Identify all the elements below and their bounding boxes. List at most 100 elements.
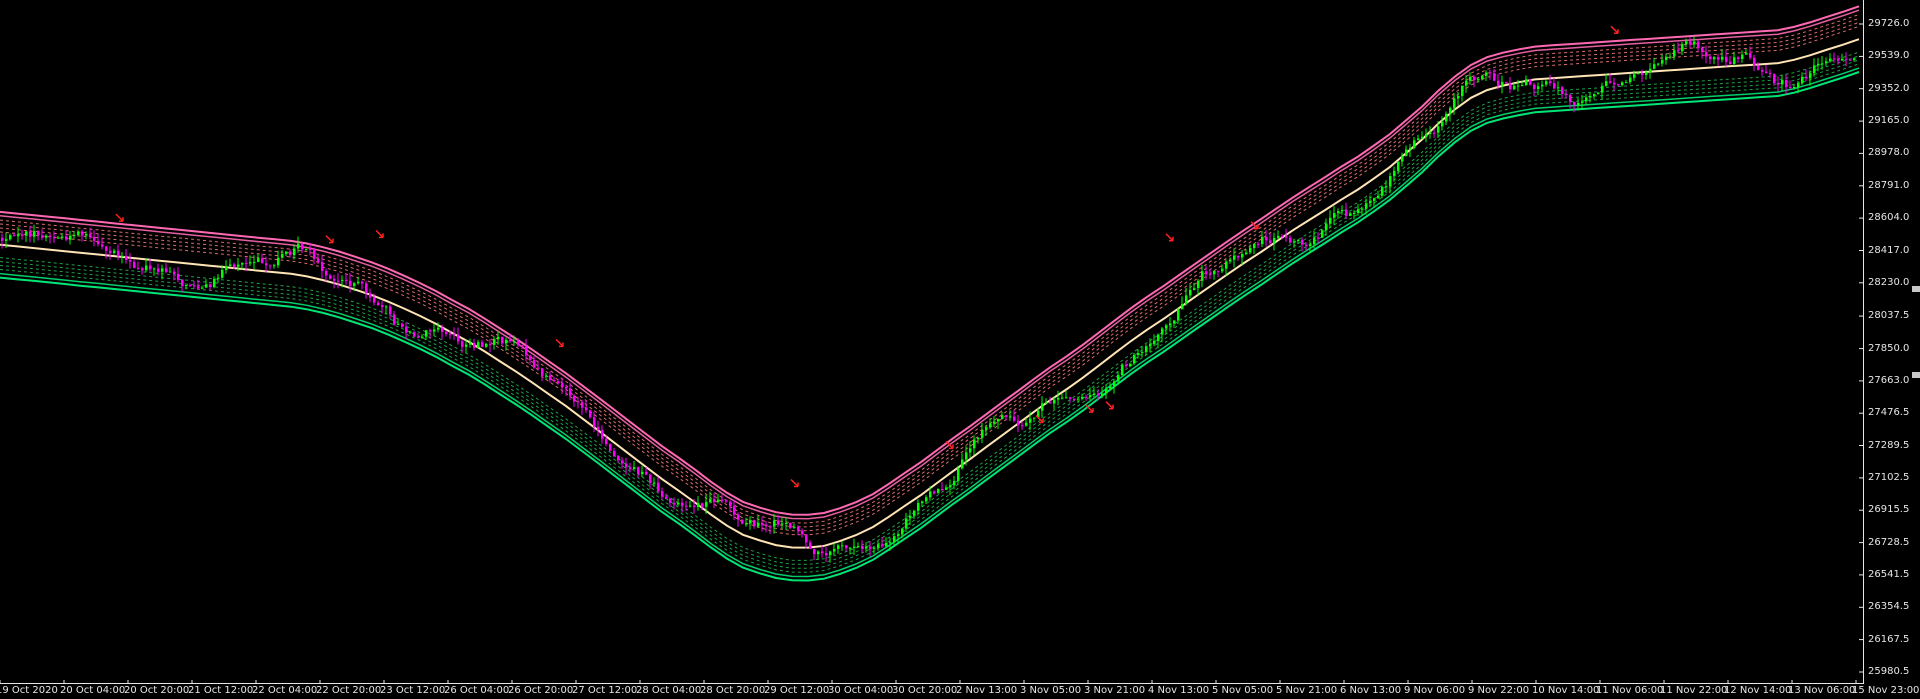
candle-body xyxy=(621,460,624,464)
candle-body xyxy=(809,542,812,549)
candle-body xyxy=(1465,80,1468,86)
time-tick-label: 15 Nov 23:00 xyxy=(1852,685,1920,696)
candle-body xyxy=(1845,58,1848,60)
candle-body xyxy=(601,429,604,439)
candle-body xyxy=(913,510,916,516)
time-tick-label: 23 Oct 12:00 xyxy=(380,685,446,696)
candle-body xyxy=(877,544,880,548)
candle-body xyxy=(157,268,160,272)
candle-body xyxy=(765,524,768,527)
candle-body xyxy=(1149,343,1152,347)
candle-body xyxy=(1401,155,1404,162)
candle-body xyxy=(425,330,428,337)
candle-body xyxy=(1801,76,1804,84)
candle-body xyxy=(1137,353,1140,355)
time-tick-label: 21 Oct 12:00 xyxy=(188,685,254,696)
candle-body xyxy=(409,331,412,333)
candle-body xyxy=(577,401,580,403)
price-tick-label: 27476.5 xyxy=(1868,407,1910,419)
candle-body xyxy=(377,302,380,305)
candle-body xyxy=(837,545,840,549)
candle-body xyxy=(177,274,180,280)
candle-body xyxy=(1017,420,1020,426)
candle-body xyxy=(1109,386,1112,389)
candle-body xyxy=(829,551,832,556)
candle-body xyxy=(933,491,936,494)
time-tick-label: 20 Oct 04:00 xyxy=(60,685,126,696)
candle-body xyxy=(617,456,620,461)
chart-plot-area[interactable] xyxy=(0,0,1864,684)
candle-body xyxy=(1665,56,1668,60)
candle-body xyxy=(265,263,268,266)
candle-body xyxy=(137,267,140,269)
candle-body xyxy=(945,487,948,490)
candle-body xyxy=(1201,271,1204,281)
candle-body xyxy=(73,235,76,236)
candle-body xyxy=(1461,85,1464,96)
axis-scroll-marker[interactable] xyxy=(1912,372,1920,378)
price-axis[interactable]: 29726.0 29539.0 29352.0 29165.0 28978.0 28791… xyxy=(1864,0,1920,699)
candle-body xyxy=(693,505,696,507)
candle-body xyxy=(1457,96,1460,99)
time-tick-label: 4 Nov 13:00 xyxy=(1148,685,1210,696)
candle-body xyxy=(597,426,600,430)
candle-body xyxy=(445,331,448,334)
candle-body xyxy=(1249,247,1252,253)
candle-body xyxy=(1809,73,1812,79)
candle-body xyxy=(785,523,788,524)
price-chart[interactable]: 29726.0 29539.0 29352.0 29165.0 28978.0 28791… xyxy=(0,0,1920,699)
candle-body xyxy=(849,547,852,549)
candle-body xyxy=(1453,98,1456,108)
candle-body xyxy=(473,342,476,348)
candle-body xyxy=(1045,402,1048,404)
candle-body xyxy=(1077,398,1080,400)
price-tick-label: 28417.0 xyxy=(1868,244,1910,256)
price-tick-label: 26915.5 xyxy=(1868,504,1910,516)
candle-body xyxy=(313,249,316,259)
candle-body xyxy=(941,489,944,490)
candle-body xyxy=(1689,41,1692,45)
candle-body xyxy=(1357,209,1360,213)
candle-body xyxy=(1421,136,1424,139)
axis-scroll-marker[interactable] xyxy=(1912,286,1920,292)
candle-body xyxy=(205,284,208,288)
candle-body xyxy=(917,503,920,511)
candle-body xyxy=(1225,261,1228,269)
candle-body xyxy=(1649,68,1652,73)
candle-body xyxy=(697,503,700,507)
time-tick-label: 29 Oct 12:00 xyxy=(764,685,830,696)
time-tick-label: 22 Oct 20:00 xyxy=(316,685,382,696)
candle-body xyxy=(921,501,924,503)
candle-body xyxy=(133,261,136,268)
candle-body xyxy=(125,255,128,260)
candle-body xyxy=(201,287,204,289)
candle-body xyxy=(1833,58,1836,60)
candle-body xyxy=(1725,56,1728,62)
candle-body xyxy=(1577,102,1580,106)
time-tick-label: 9 Nov 22:00 xyxy=(1468,685,1530,696)
candle-body xyxy=(129,260,132,262)
candle-body xyxy=(633,467,636,470)
candle-body xyxy=(1213,270,1216,275)
candle-body xyxy=(1841,58,1844,61)
price-tick-label: 26541.5 xyxy=(1868,568,1910,580)
candle-body xyxy=(1013,416,1016,421)
candle-body xyxy=(1789,87,1792,89)
candle-body xyxy=(573,395,576,402)
time-tick-label: 30 Oct 20:00 xyxy=(892,685,958,696)
candle-body xyxy=(1169,323,1172,326)
candle-body xyxy=(1441,121,1444,127)
time-axis[interactable]: 19 Oct 2020 20 Oct 04:00 20 Oct 20:00 21 Oc… xyxy=(0,684,1920,699)
candle-body xyxy=(969,448,972,453)
candle-body xyxy=(281,253,284,258)
time-tick-label: 22 Oct 04:00 xyxy=(252,685,318,696)
candle-body xyxy=(301,243,304,250)
candle-body xyxy=(365,283,368,294)
candle-body xyxy=(1489,72,1492,74)
candle-body xyxy=(525,346,528,356)
candle-body xyxy=(1737,57,1740,59)
price-tick-label: 29352.0 xyxy=(1868,82,1910,94)
candle-body xyxy=(1165,325,1168,329)
candle-body xyxy=(885,542,888,547)
price-tick-label: 29165.0 xyxy=(1868,115,1910,127)
